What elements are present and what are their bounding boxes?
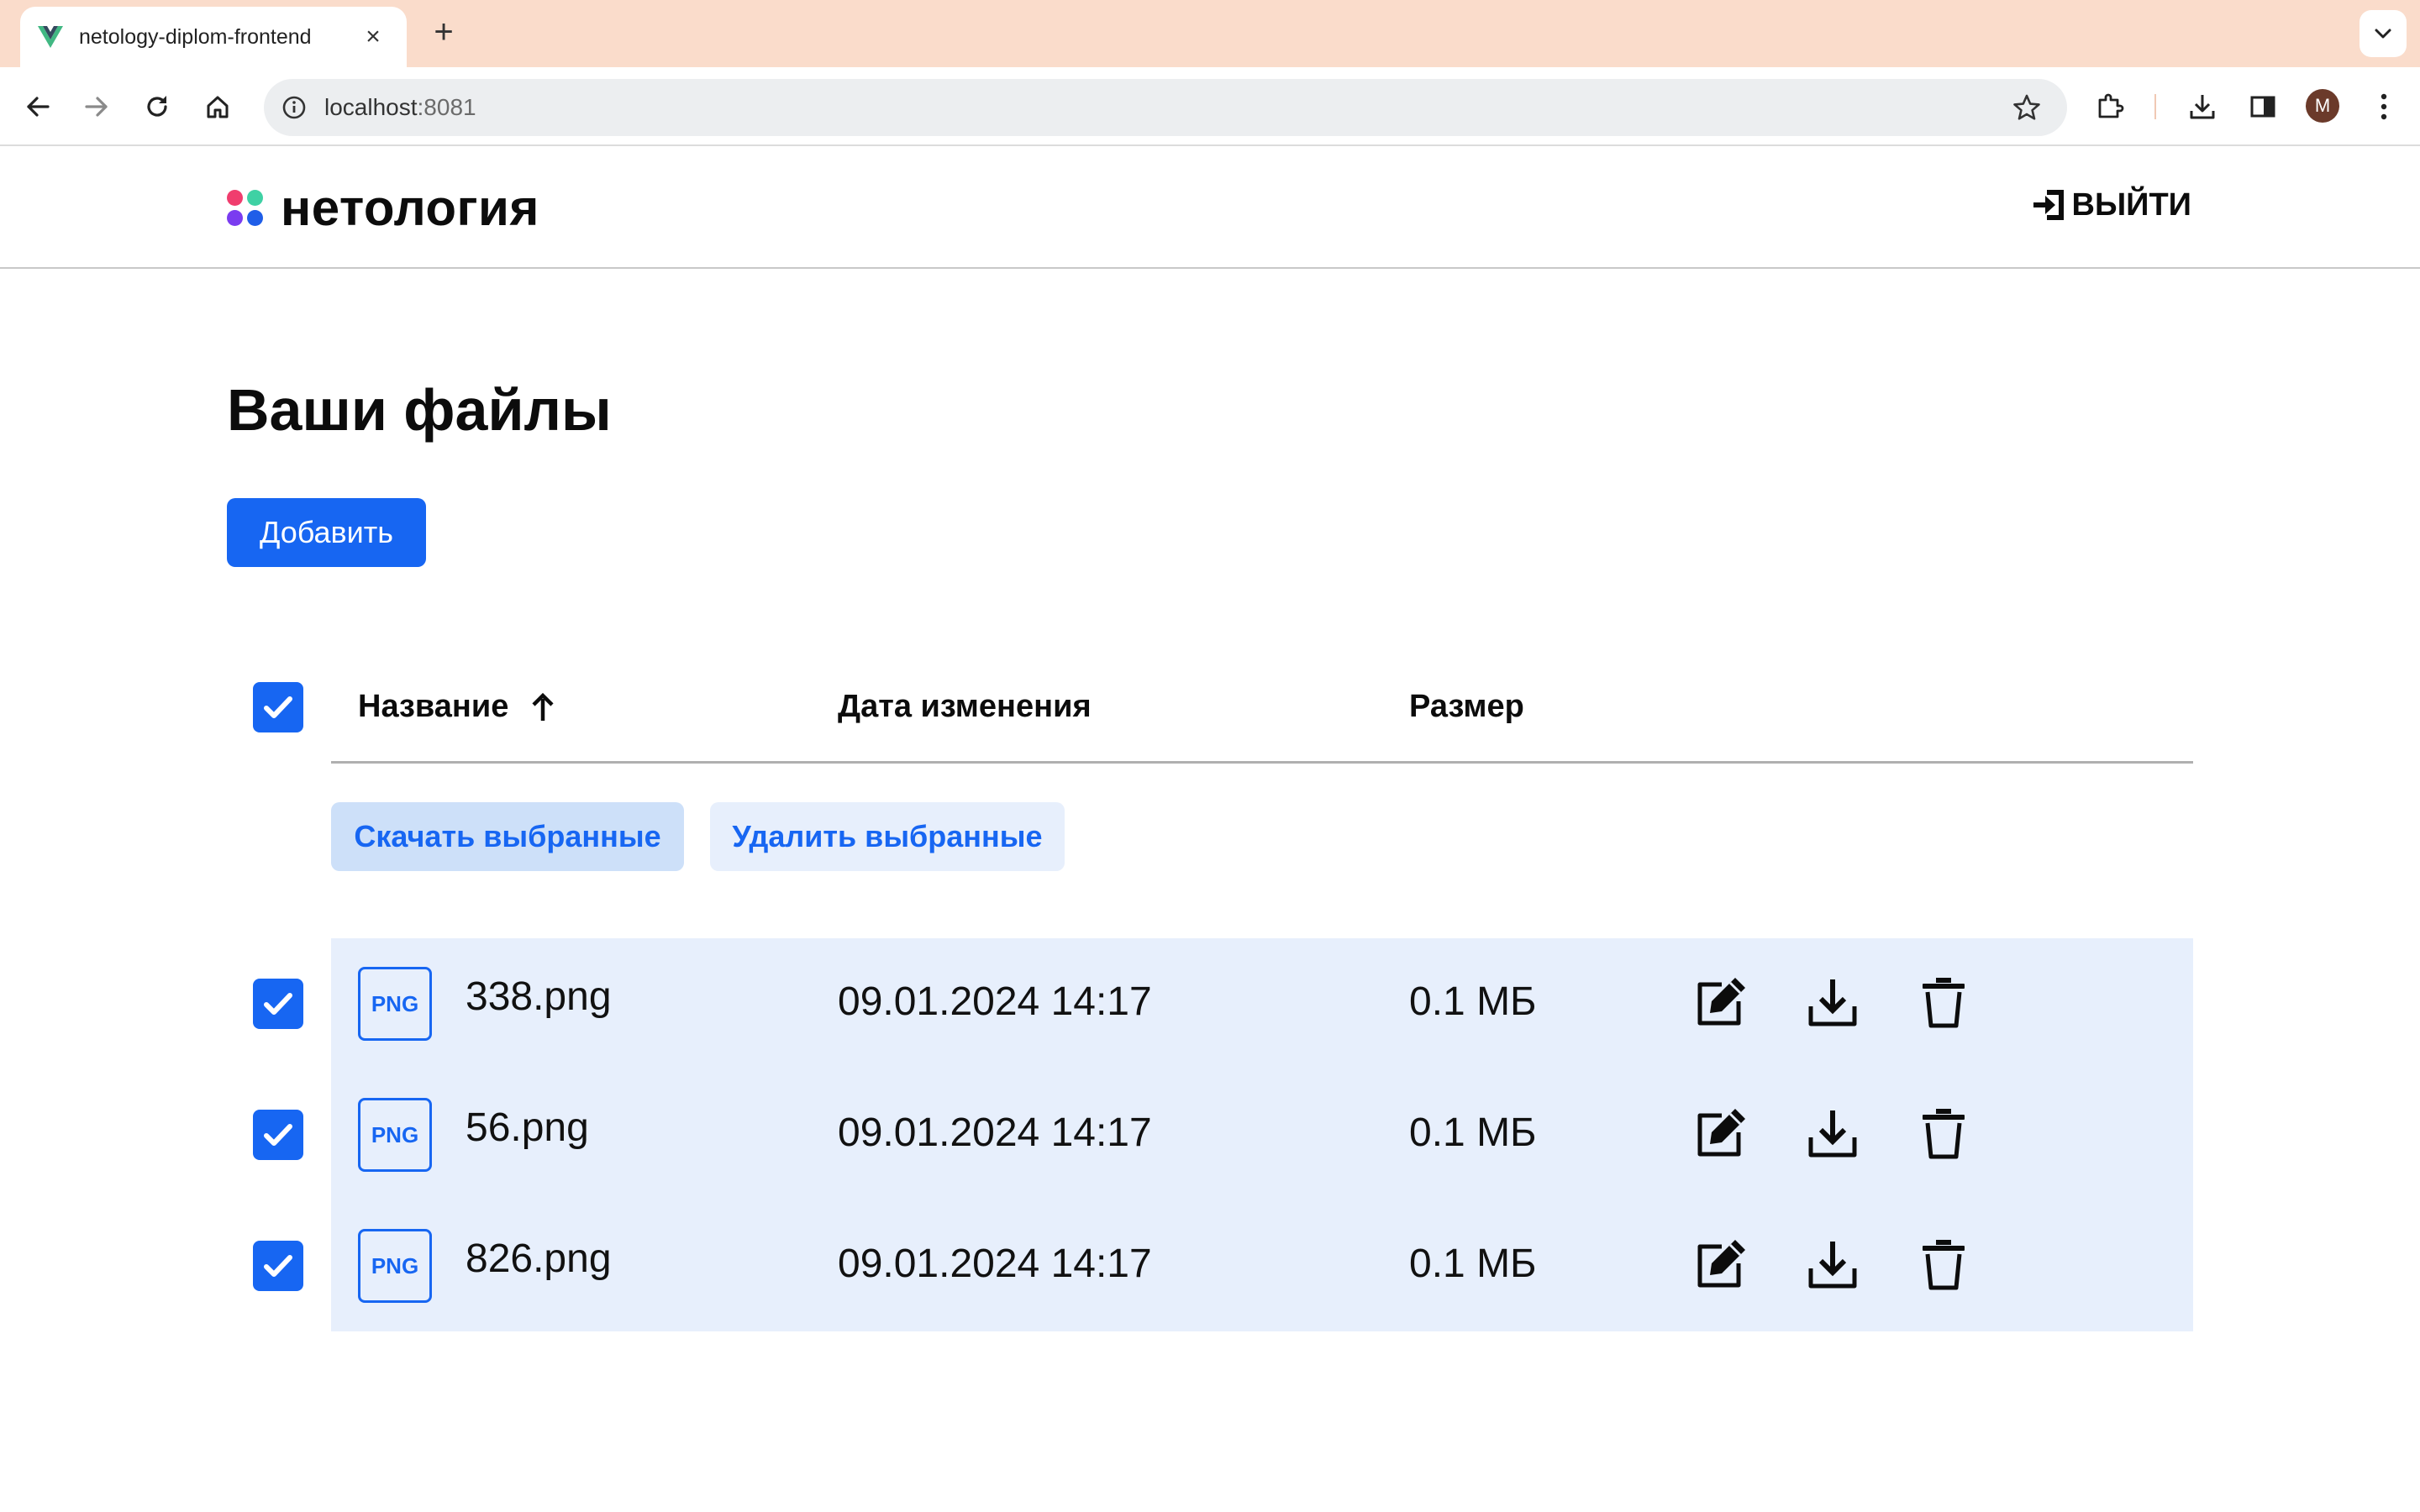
row-checkbox[interactable] [253,979,303,1029]
url-host: localhost [324,94,418,120]
checkmark-icon [264,1124,292,1146]
column-header-name[interactable]: Название [358,689,555,725]
delete-selected-button[interactable]: Удалить выбранные [710,802,1065,871]
chevron-down-icon [2375,29,2391,39]
side-panel-button[interactable] [2242,86,2284,128]
vue-favicon-icon [35,22,66,52]
downloads-button[interactable] [2181,86,2223,128]
checkmark-icon [264,1255,292,1277]
bookmark-star-icon[interactable] [2008,89,2045,126]
home-icon [207,96,229,118]
table-header: Название Дата изменения Размер [0,672,2420,764]
browser-tabstrip: netology-diplom-frontend × + [0,0,2420,67]
browser-menu-button[interactable] [2363,86,2405,128]
forward-button[interactable] [76,86,118,128]
png-file-icon: PNG [358,967,432,1041]
browser-toolbar: localhost:8081 M [0,67,2420,146]
app-header: нетология ВЫЙТИ [0,146,2420,269]
logo[interactable]: нетология [227,183,539,234]
file-size: 0.1 МБ [1409,979,1537,1024]
kebab-menu-icon [2381,93,2387,120]
file-size: 0.1 МБ [1409,1242,1537,1286]
arrow-right-icon [85,97,108,117]
logout-button[interactable]: ВЫЙТИ [2030,186,2191,223]
url-port: :8081 [417,94,476,120]
edit-icon[interactable] [1691,972,1751,1032]
new-tab-button[interactable]: + [427,15,460,49]
download-icon[interactable] [1802,972,1863,1032]
file-name[interactable]: 56.png [466,1105,589,1151]
checkmark-icon [264,696,292,718]
file-name[interactable]: 338.png [466,974,612,1020]
reload-button[interactable] [136,86,178,128]
url-text[interactable]: localhost:8081 [324,94,476,121]
profile-avatar[interactable]: M [2306,89,2339,123]
arrow-left-icon [27,97,50,117]
back-button[interactable] [17,86,59,128]
edit-icon[interactable] [1691,1234,1751,1294]
tab-search-button[interactable] [2360,10,2407,57]
select-all-checkbox[interactable] [253,682,303,732]
download-selected-button[interactable]: Скачать выбранные [331,802,684,871]
table-row: PNG 338.png 09.01.2024 14:17 0.1 МБ [0,938,2420,1069]
trash-icon[interactable] [1913,1234,1974,1294]
row-checkbox[interactable] [253,1110,303,1160]
logout-label: ВЫЙТИ [2071,186,2191,223]
sort-ascending-icon[interactable] [530,692,555,722]
extensions-button[interactable] [2089,86,2131,128]
page-title: Ваши файлы [227,377,612,443]
png-file-icon: PNG [358,1098,432,1172]
toolbar-divider [2154,94,2156,119]
edit-icon[interactable] [1691,1103,1751,1163]
puzzle-icon [2098,93,2124,118]
home-button[interactable] [197,86,239,128]
trash-icon[interactable] [1913,1103,1974,1163]
table-row: PNG 56.png 09.01.2024 14:17 0.1 МБ [0,1069,2420,1200]
table-row: PNG 826.png 09.01.2024 14:17 0.1 МБ [0,1200,2420,1331]
file-modified: 09.01.2024 14:17 [838,979,1152,1024]
png-file-icon: PNG [358,1229,432,1303]
trash-icon[interactable] [1913,972,1974,1032]
reload-icon [147,96,167,117]
download-icon[interactable] [1802,1103,1863,1163]
close-tab-icon[interactable]: × [358,22,388,52]
side-panel-icon [2250,96,2275,118]
column-name-label: Название [358,689,509,724]
column-header-size[interactable]: Размер [1409,689,1524,725]
logo-mark-icon [227,190,264,227]
add-file-button[interactable]: Добавить [227,498,426,567]
tab-title: netology-diplom-frontend [79,24,312,49]
download-icon[interactable] [1802,1234,1863,1294]
address-bar[interactable]: localhost:8081 [264,79,2067,136]
site-info-icon[interactable] [277,91,311,124]
header-divider [331,761,2193,764]
file-modified: 09.01.2024 14:17 [838,1242,1152,1286]
file-modified: 09.01.2024 14:17 [838,1110,1152,1155]
logout-icon [2033,190,2064,220]
checkmark-icon [264,993,292,1015]
logo-text: нетология [281,180,539,236]
file-size: 0.1 МБ [1409,1110,1537,1155]
row-checkbox[interactable] [253,1241,303,1291]
file-name[interactable]: 826.png [466,1236,612,1282]
browser-download-icon [2190,95,2215,119]
browser-tab[interactable]: netology-diplom-frontend × [20,7,407,67]
column-header-modified[interactable]: Дата изменения [838,689,1092,725]
